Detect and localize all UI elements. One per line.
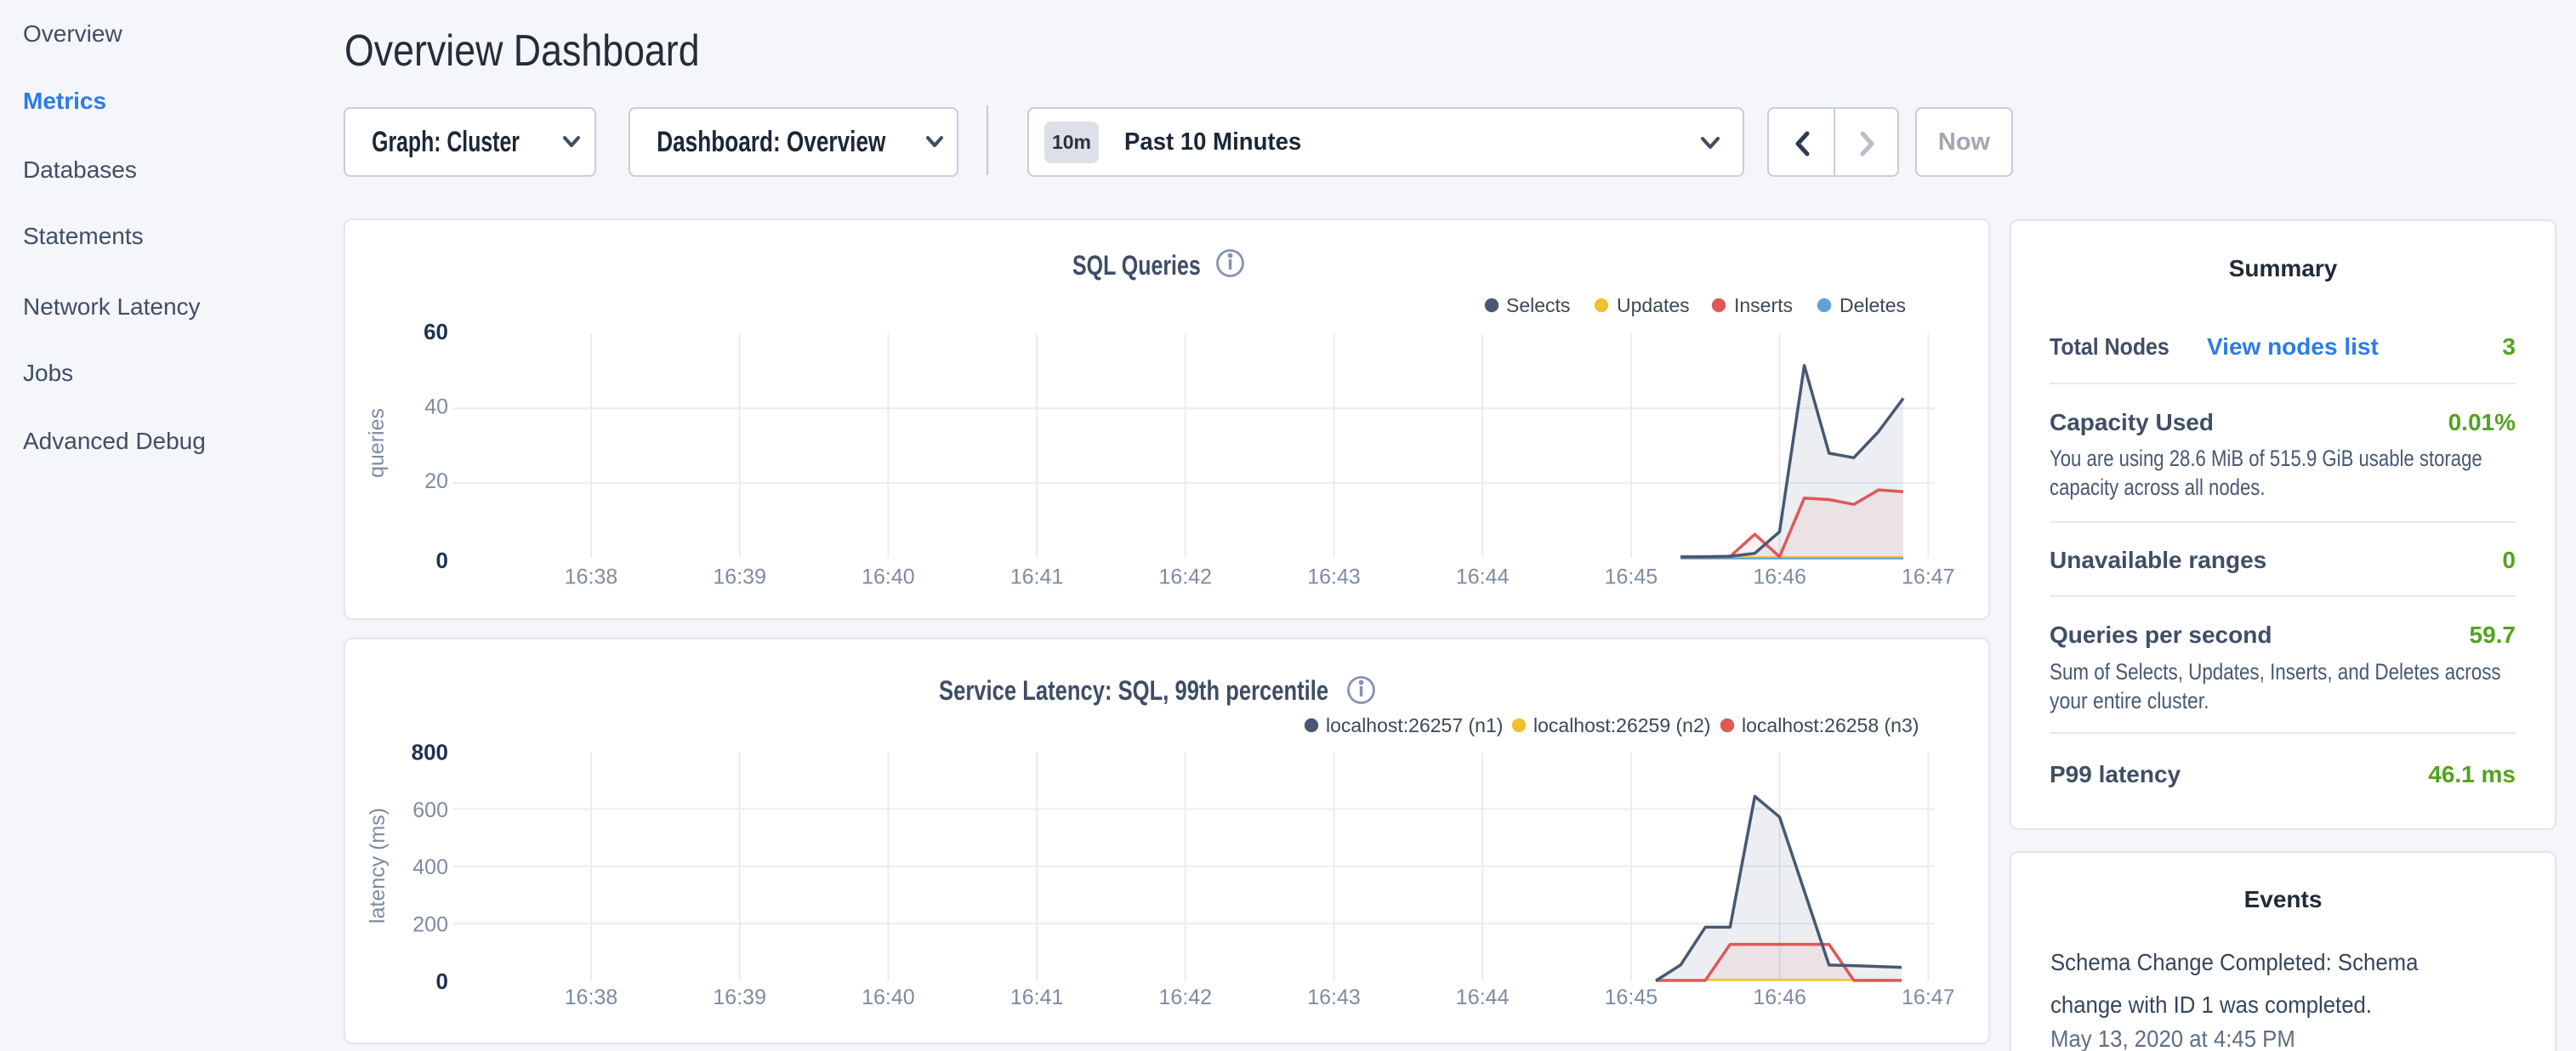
svg-text:16:46: 16:46 — [1753, 986, 1806, 1009]
svg-text:Inserts: Inserts — [1734, 294, 1793, 316]
svg-text:localhost:26257 (n1): localhost:26257 (n1) — [1326, 714, 1503, 736]
svg-text:0: 0 — [436, 969, 448, 994]
svg-text:Deletes: Deletes — [1840, 294, 1906, 316]
svg-text:16:41: 16:41 — [1010, 986, 1064, 1009]
svg-text:16:38: 16:38 — [565, 565, 618, 589]
svg-text:16:40: 16:40 — [862, 986, 915, 1009]
svg-text:16:45: 16:45 — [1605, 986, 1658, 1009]
svg-text:0: 0 — [436, 548, 448, 573]
svg-text:16:42: 16:42 — [1159, 986, 1213, 1009]
svg-text:600: 600 — [412, 798, 448, 822]
svg-text:latency (ms): latency (ms) — [366, 808, 390, 923]
svg-text:200: 200 — [412, 913, 448, 937]
svg-text:Selects: Selects — [1506, 294, 1570, 316]
svg-text:16:41: 16:41 — [1010, 565, 1064, 589]
svg-text:16:38: 16:38 — [565, 986, 618, 1009]
svg-text:queries: queries — [365, 408, 389, 478]
svg-text:Updates: Updates — [1617, 294, 1690, 316]
svg-text:40: 40 — [424, 395, 448, 419]
svg-text:localhost:26259 (n2): localhost:26259 (n2) — [1533, 714, 1710, 736]
svg-text:16:44: 16:44 — [1456, 986, 1510, 1009]
svg-text:16:43: 16:43 — [1307, 986, 1361, 1009]
svg-text:800: 800 — [412, 740, 448, 765]
svg-text:16:45: 16:45 — [1605, 565, 1658, 589]
svg-text:16:42: 16:42 — [1159, 565, 1213, 589]
svg-text:400: 400 — [412, 855, 448, 879]
svg-text:16:39: 16:39 — [713, 986, 766, 1009]
svg-text:16:40: 16:40 — [862, 565, 915, 589]
svg-text:60: 60 — [424, 319, 448, 344]
svg-text:16:46: 16:46 — [1753, 565, 1806, 589]
svg-text:16:44: 16:44 — [1456, 565, 1510, 589]
svg-text:16:47: 16:47 — [1902, 565, 1955, 589]
svg-text:16:43: 16:43 — [1307, 565, 1361, 589]
svg-text:20: 20 — [424, 469, 448, 493]
svg-text:16:47: 16:47 — [1902, 986, 1955, 1009]
svg-text:16:39: 16:39 — [713, 565, 766, 589]
svg-text:localhost:26258 (n3): localhost:26258 (n3) — [1742, 714, 1919, 736]
